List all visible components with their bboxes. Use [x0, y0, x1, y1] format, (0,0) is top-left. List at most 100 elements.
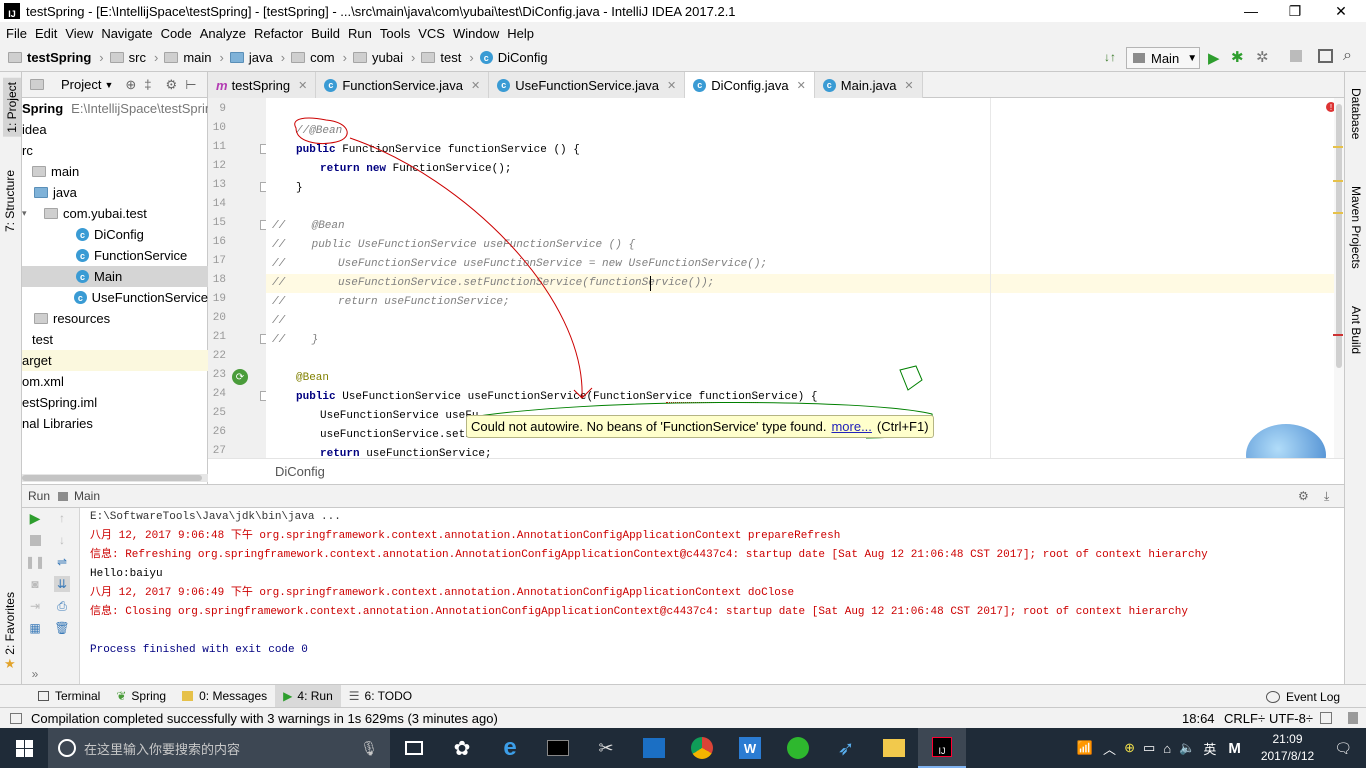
wifi-icon[interactable]: 📶	[1077, 740, 1093, 756]
tab-maven[interactable]: Maven Projects	[1349, 186, 1363, 269]
tab-terminal[interactable]: Terminal	[30, 685, 108, 708]
breadcrumb-yubai[interactable]: yubai	[352, 50, 403, 65]
menu-navigate[interactable]: Navigate	[101, 26, 152, 41]
hide-panel-icon[interactable]: ⤓	[1324, 489, 1329, 504]
warning-stripe[interactable]	[1333, 212, 1343, 214]
print-icon[interactable]: ⎙	[54, 598, 70, 614]
intellij-taskbar-icon[interactable]: IJ	[918, 728, 966, 768]
search-everywhere-icon[interactable]: ⌕	[1343, 47, 1352, 65]
gear-icon[interactable]: ⚙	[166, 77, 178, 93]
task-view-icon[interactable]	[390, 728, 438, 768]
run-config-label[interactable]: Main	[74, 489, 100, 503]
menu-vcs[interactable]: VCS	[418, 26, 445, 41]
hide-panel-icon[interactable]: ⊢	[185, 77, 196, 93]
breadcrumb-java[interactable]: java	[229, 50, 273, 65]
menu-analyze[interactable]: Analyze	[200, 26, 246, 41]
edge-icon[interactable]: e	[486, 728, 534, 768]
cmd-icon[interactable]	[534, 728, 582, 768]
collapse-icon[interactable]: ‡	[144, 77, 151, 92]
windows-start-icon[interactable]	[0, 728, 48, 768]
tab-usefunctionservice[interactable]: c UseFunctionService.java ✕	[489, 72, 686, 98]
tab-structure[interactable]: 7: Structure	[3, 170, 17, 232]
minimize-button[interactable]: —	[1228, 0, 1274, 22]
tab-main[interactable]: c Main.java ✕	[814, 72, 923, 98]
tray-icon[interactable]: ▭	[1143, 740, 1155, 756]
microphone-icon[interactable]: 🎙	[360, 740, 378, 757]
code-editor[interactable]: //@Bean public FunctionService functionS…	[266, 98, 1344, 458]
menu-refactor[interactable]: Refactor	[254, 26, 303, 41]
tree-item-src[interactable]: rc	[22, 140, 208, 161]
status-message[interactable]: Compilation completed successfully with …	[31, 711, 498, 726]
run-icon[interactable]: ▶	[1208, 49, 1220, 67]
stop-icon[interactable]	[1290, 50, 1302, 62]
close-icon[interactable]: ✕	[471, 79, 480, 92]
menu-build[interactable]: Build	[311, 26, 340, 41]
stop-icon[interactable]	[29, 534, 41, 546]
locate-icon[interactable]: ⊕	[125, 77, 136, 93]
tab-favorites[interactable]: 2: Favorites	[3, 592, 17, 655]
clock[interactable]: 21:09 2017/8/12	[1261, 731, 1314, 765]
app-icon-2[interactable]: ✂	[582, 728, 630, 768]
line-separator[interactable]: CRLF÷	[1224, 711, 1265, 726]
tray-app-icon[interactable]: ⊕	[1124, 740, 1135, 756]
word-icon[interactable]: W	[726, 728, 774, 768]
editor-breadcrumb[interactable]: DiConfig	[208, 458, 1344, 484]
menu-code[interactable]: Code	[161, 26, 192, 41]
maximize-button[interactable]: ❐	[1272, 0, 1318, 22]
menu-file[interactable]: File	[6, 26, 27, 41]
chrome-icon[interactable]	[678, 728, 726, 768]
menu-view[interactable]: View	[65, 26, 93, 41]
project-view-select[interactable]: Project	[61, 77, 101, 92]
menu-run[interactable]: Run	[348, 26, 372, 41]
tree-item-main[interactable]: main	[22, 161, 208, 182]
tree-item-functionservice[interactable]: c FunctionService	[22, 245, 208, 266]
ime-mode-icon[interactable]: M	[1228, 740, 1241, 757]
tab-todo[interactable]: ☰ 6: TODO	[341, 685, 420, 708]
pause-icon[interactable]: ❚❚	[25, 554, 45, 570]
project-structure-icon[interactable]	[1318, 49, 1333, 63]
tree-item-java[interactable]: java	[22, 182, 208, 203]
tab-functionservice[interactable]: c FunctionService.java ✕	[316, 72, 490, 98]
breadcrumb-main[interactable]: main	[164, 50, 212, 65]
up-arrow-icon[interactable]: ↑	[54, 510, 70, 526]
chevron-up-icon[interactable]: ︿	[1103, 739, 1116, 758]
outlook-icon[interactable]	[630, 728, 678, 768]
make-project-icon[interactable]: ↓↑	[1104, 50, 1120, 66]
tree-item-diconfig[interactable]: c DiConfig	[22, 224, 208, 245]
console-output[interactable]: E:\SoftwareTools\Java\jdk\bin\java ... 八…	[80, 508, 1344, 684]
warning-stripe[interactable]	[1333, 180, 1343, 182]
tab-diconfig[interactable]: c DiConfig.java ✕	[685, 72, 815, 98]
close-button[interactable]: ✕	[1318, 0, 1364, 22]
menu-edit[interactable]: Edit	[35, 26, 57, 41]
close-icon[interactable]: ✕	[298, 79, 307, 92]
file-encoding[interactable]: UTF-8÷	[1269, 711, 1313, 726]
more-icon[interactable]: »	[27, 666, 43, 682]
inspector-icon[interactable]	[1348, 712, 1358, 724]
tree-item-project-root[interactable]: Spring E:\IntellijSpace\testSpring	[22, 98, 219, 119]
editor-scrollbar[interactable]	[1334, 98, 1344, 458]
tree-item-resources[interactable]: resources	[22, 308, 208, 329]
soft-wrap-icon[interactable]: ⇌	[54, 554, 70, 570]
tab-messages[interactable]: 0: Messages	[174, 685, 275, 708]
warning-stripe[interactable]	[1333, 146, 1343, 148]
tree-item-package[interactable]: ▾ com.yubai.test	[22, 203, 208, 224]
tree-item-pom[interactable]: om.xml	[22, 371, 208, 392]
file-explorer-icon[interactable]	[870, 728, 918, 768]
lock-icon[interactable]	[1320, 712, 1332, 724]
tree-item-test[interactable]: test	[22, 329, 208, 350]
tree-item-usefunctionservice[interactable]: c UseFunctionService	[22, 287, 208, 308]
tab-project[interactable]: 1: Project	[3, 78, 21, 137]
breadcrumb-test[interactable]: test	[421, 50, 461, 65]
coverage-icon[interactable]: ✲	[1256, 48, 1269, 66]
menu-tools[interactable]: Tools	[380, 26, 410, 41]
breadcrumb-com[interactable]: com	[291, 50, 335, 65]
breadcrumb-project[interactable]: testSpring	[8, 50, 91, 65]
app-icon-1[interactable]: ✿	[438, 728, 486, 768]
breadcrumb-diconfig[interactable]: c DiConfig	[479, 50, 548, 65]
tab-testspring[interactable]: m testSpring ✕	[208, 72, 317, 98]
caret-position[interactable]: 18:64	[1182, 711, 1215, 726]
menu-window[interactable]: Window	[453, 26, 499, 41]
horizontal-scrollbar[interactable]	[22, 474, 208, 482]
tab-spring[interactable]: ❦ Spring	[108, 685, 174, 708]
rerun-icon[interactable]: ▶	[27, 510, 43, 526]
